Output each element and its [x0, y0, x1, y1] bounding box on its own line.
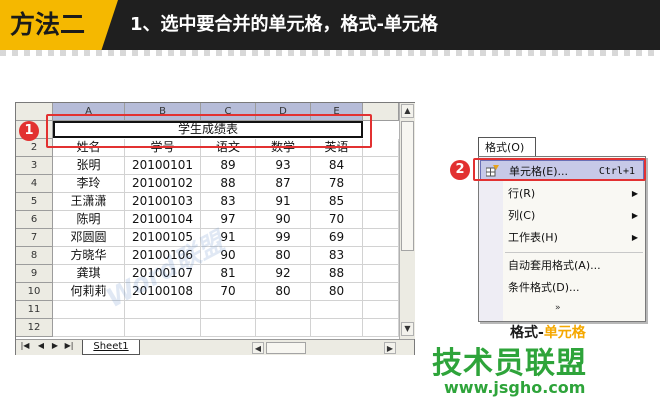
menu-item-label: 工作表(H)	[508, 231, 558, 244]
last-sheet-icon[interactable]: ▶|	[63, 341, 75, 350]
table-cell[interactable]: 85	[311, 193, 363, 211]
menu-item-label: 列(C)	[508, 209, 536, 222]
table-cell[interactable]: 20100101	[125, 157, 201, 175]
scroll-left-icon[interactable]: ◀	[252, 342, 264, 354]
row-header[interactable]: 6	[16, 211, 53, 229]
empty-cell[interactable]	[363, 211, 399, 229]
table-cell[interactable]: 90	[256, 211, 311, 229]
table-cell[interactable]: 84	[311, 157, 363, 175]
row-header[interactable]: 3	[16, 157, 53, 175]
empty-cell[interactable]	[363, 301, 399, 319]
table-cell[interactable]: 83	[311, 247, 363, 265]
table-cell[interactable]: 方晓华	[53, 247, 125, 265]
table-cell[interactable]: 70	[311, 211, 363, 229]
empty-cell[interactable]	[311, 301, 363, 319]
empty-cell[interactable]	[363, 193, 399, 211]
empty-cell[interactable]	[256, 319, 311, 337]
method-tag: 方法二	[0, 0, 118, 50]
menu-item-row[interactable]: 行(R) ▶	[480, 183, 644, 204]
submenu-arrow-icon: ▶	[631, 233, 638, 242]
divider-stripe	[0, 50, 660, 56]
step-title: 1、选中要合并的单元格，格式-单元格	[130, 14, 438, 35]
row-header[interactable]: 7	[16, 229, 53, 247]
submenu-arrow-icon: ▶	[631, 211, 638, 220]
table-cell[interactable]: 87	[256, 175, 311, 193]
prev-sheet-icon[interactable]: ◀	[35, 341, 47, 350]
table-cell[interactable]: 李玲	[53, 175, 125, 193]
banner: 方法二 1、选中要合并的单元格，格式-单元格	[0, 0, 660, 50]
submenu-arrow-icon: ▶	[631, 189, 638, 198]
table-cell[interactable]: 20100103	[125, 193, 201, 211]
table-cell[interactable]: 张明	[53, 157, 125, 175]
row-header[interactable]: 8	[16, 247, 53, 265]
menu-separator	[505, 252, 643, 253]
menu-item-label: 条件格式(D)...	[508, 281, 580, 294]
table-cell[interactable]: 88	[201, 175, 256, 193]
h-scroll-thumb[interactable]	[266, 342, 306, 354]
empty-cell[interactable]	[256, 301, 311, 319]
empty-cell[interactable]	[311, 319, 363, 337]
table-cell[interactable]: 邓圆圆	[53, 229, 125, 247]
empty-cell[interactable]	[363, 319, 399, 337]
empty-cell[interactable]	[363, 175, 399, 193]
table-cell[interactable]: 93	[256, 157, 311, 175]
table-cell[interactable]: 70	[201, 283, 256, 301]
menu-item-worksheet[interactable]: 工作表(H) ▶	[480, 227, 644, 248]
row-header[interactable]: 5	[16, 193, 53, 211]
menu-item-column[interactable]: 列(C) ▶	[480, 205, 644, 226]
empty-cell[interactable]	[53, 319, 125, 337]
step2-badge: 2	[450, 160, 470, 180]
site-url: www.jsgho.com	[444, 378, 586, 397]
empty-cell[interactable]	[125, 319, 201, 337]
table-cell[interactable]: 80	[256, 283, 311, 301]
empty-cell[interactable]	[201, 319, 256, 337]
row-header[interactable]: 9	[16, 265, 53, 283]
scroll-right-icon[interactable]: ▶	[384, 342, 396, 354]
scroll-thumb[interactable]	[401, 121, 414, 251]
empty-cell[interactable]	[363, 229, 399, 247]
expand-menu-icon[interactable]: »	[555, 303, 561, 313]
row-header[interactable]: 10	[16, 283, 53, 301]
row-header[interactable]: 12	[16, 319, 53, 337]
table-cell[interactable]: 王潇潇	[53, 193, 125, 211]
table-cell[interactable]: 20100102	[125, 175, 201, 193]
table-cell[interactable]: 78	[311, 175, 363, 193]
table-cell[interactable]: 陈明	[53, 211, 125, 229]
step2-highlight-box	[473, 158, 646, 181]
table-cell[interactable]: 80	[256, 247, 311, 265]
row-header[interactable]: 11	[16, 301, 53, 319]
table-cell[interactable]: 83	[201, 193, 256, 211]
sheet-tab-bar: |◀ ◀ ▶ ▶| Sheet1 ◀ ▶	[16, 339, 414, 355]
site-logo: 技术员联盟	[432, 346, 587, 381]
sheet-tab-sheet1[interactable]: Sheet1	[82, 340, 140, 355]
table-cell[interactable]: 99	[256, 229, 311, 247]
table-cell[interactable]: 20100104	[125, 211, 201, 229]
menu-item-label: 行(R)	[508, 187, 536, 200]
menu-format[interactable]: 格式(O)	[478, 137, 536, 157]
table-cell[interactable]: 80	[311, 283, 363, 301]
vertical-scrollbar[interactable]: ▲ ▼	[399, 103, 415, 339]
first-sheet-icon[interactable]: |◀	[19, 341, 31, 350]
empty-cell[interactable]	[201, 301, 256, 319]
table-cell[interactable]: 81	[201, 265, 256, 283]
step1-highlight-box	[46, 114, 372, 148]
scroll-down-icon[interactable]: ▼	[401, 322, 414, 336]
empty-cell[interactable]	[363, 247, 399, 265]
row-header[interactable]: 4	[16, 175, 53, 193]
horizontal-scrollbar[interactable]: ◀ ▶	[252, 341, 398, 355]
table-cell[interactable]: 92	[256, 265, 311, 283]
menu-item-conditional-format[interactable]: 条件格式(D)...	[480, 277, 644, 298]
table-cell[interactable]: 91	[256, 193, 311, 211]
scroll-up-icon[interactable]: ▲	[401, 104, 414, 118]
menu-item-label: 自动套用格式(A)...	[508, 259, 601, 272]
empty-cell[interactable]	[363, 157, 399, 175]
next-sheet-icon[interactable]: ▶	[49, 341, 61, 350]
table-cell[interactable]: 88	[311, 265, 363, 283]
menu-item-autoformat[interactable]: 自动套用格式(A)...	[480, 255, 644, 276]
step1-badge: 1	[19, 121, 39, 141]
empty-cell[interactable]	[363, 283, 399, 301]
table-cell[interactable]: 69	[311, 229, 363, 247]
table-cell[interactable]: 89	[201, 157, 256, 175]
empty-cell[interactable]	[363, 265, 399, 283]
